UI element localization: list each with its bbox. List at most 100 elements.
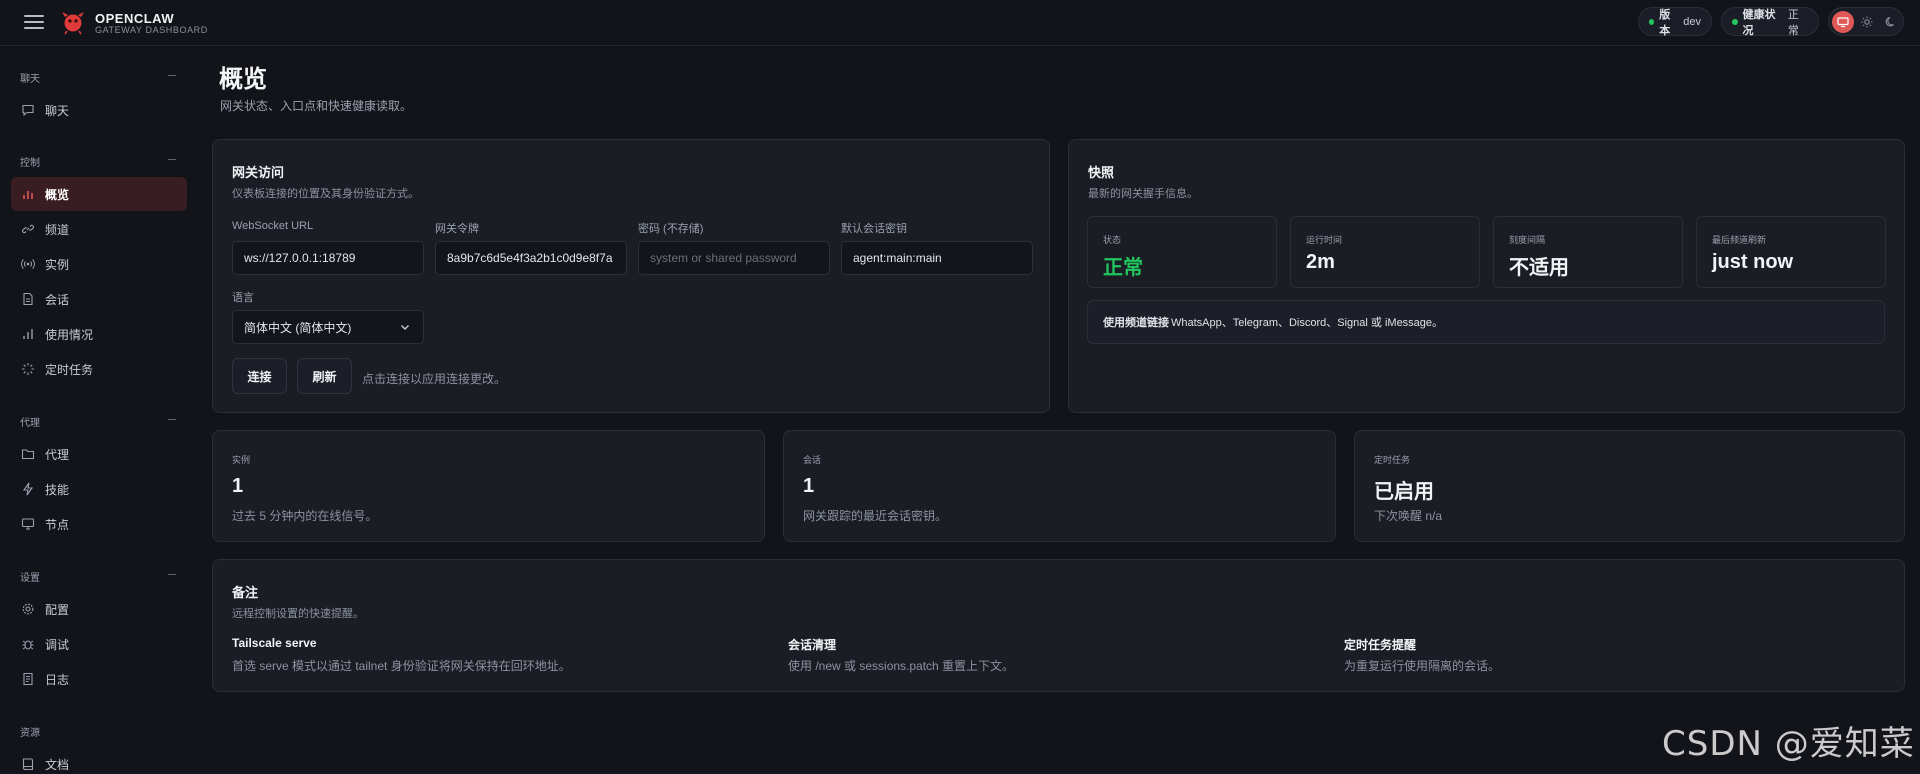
sidebar-item-label: 定时任务	[45, 362, 94, 377]
stat-label: 最后频道刷新	[1712, 235, 1767, 245]
sidebar-item-label: 调试	[45, 637, 70, 652]
session-key-input[interactable]: agent:main:main	[841, 241, 1033, 275]
connect-hint: 点击连接以应用连接更改。	[362, 372, 507, 386]
bar-chart-icon	[23, 191, 33, 199]
ws-url-label: WebSocket URL	[232, 220, 314, 232]
metric-card-sessions: 会话 1 网关跟踪的最近会话密钥。	[783, 430, 1336, 542]
sidebar-item-label: 聊天	[45, 103, 70, 118]
ws-url-input[interactable]: ws://127.0.0.1:18789	[232, 241, 424, 275]
loader-icon	[22, 363, 34, 375]
health-label: 健康状况	[1742, 8, 1776, 37]
sidebar-item-cron[interactable]: 定时任务	[11, 352, 187, 386]
theme-switch	[1828, 7, 1904, 36]
sidebar-item-agents[interactable]: 代理	[11, 437, 187, 471]
sidebar: 聊天 聊天 控制 概览 频道 实例 会话 使用情况 定时任务 代理 代理 技能	[0, 47, 200, 774]
password-label: 密码 (不存储)	[638, 223, 704, 235]
connect-button[interactable]: 连接	[232, 358, 287, 394]
chevron-down-icon	[401, 325, 409, 330]
note-title: Tailscale serve	[232, 636, 317, 650]
sidebar-item-usage[interactable]: 使用情况	[11, 317, 187, 351]
sidebar-item-chat[interactable]: 聊天	[11, 93, 187, 127]
collapse-icon[interactable]	[168, 75, 176, 76]
note-text: 使用 /new 或 sessions.patch 重置上下文。	[788, 659, 1015, 673]
stat-value: just now	[1712, 251, 1794, 273]
sidebar-item-sessions[interactable]: 会话	[11, 282, 187, 316]
health-value: 正常	[1787, 8, 1799, 37]
book-icon	[22, 758, 34, 771]
card-title: 备注	[232, 585, 259, 600]
stat-uptime: 运行时间 2m	[1290, 216, 1480, 288]
stat-label: 状态	[1103, 235, 1122, 245]
monitor-icon[interactable]	[1832, 11, 1854, 33]
sidebar-item-channels[interactable]: 频道	[11, 212, 187, 246]
sidebar-item-config[interactable]: 配置	[11, 592, 187, 626]
usage-chart-icon	[23, 329, 33, 339]
metric-label: 实例	[232, 455, 251, 465]
sidebar-item-label: 使用情况	[45, 327, 94, 342]
sidebar-item-instances[interactable]: 实例	[11, 247, 187, 281]
collapse-icon[interactable]	[168, 574, 176, 575]
broadcast-icon	[21, 259, 35, 269]
card-subtitle: 仪表板连接的位置及其身份验证方式。	[232, 188, 419, 200]
metric-label: 定时任务	[1374, 455, 1411, 465]
sidebar-item-nodes[interactable]: 节点	[11, 507, 187, 541]
note-text: 首选 serve 模式以通过 tailnet 身份验证将网关保持在回环地址。	[232, 659, 571, 673]
note-title: 会话清理	[788, 638, 837, 652]
sidebar-item-label: 代理	[45, 447, 70, 462]
card-subtitle: 远程控制设置的快速提醒。	[232, 608, 364, 620]
brand-subtitle: GATEWAY DASHBOARD	[95, 25, 208, 35]
card-subtitle: 最新的网关握手信息。	[1088, 188, 1198, 200]
sidebar-group-resources: 资源	[20, 728, 40, 739]
stat-value: 2m	[1306, 251, 1335, 273]
metric-subtext: 网关跟踪的最近会话密钥。	[803, 509, 948, 523]
sidebar-item-debug[interactable]: 调试	[11, 627, 187, 661]
channels-callout: 使用频道链接 WhatsApp、Telegram、Discord、Signal …	[1087, 300, 1885, 344]
metric-subtext: 过去 5 分钟内的在线信号。	[232, 509, 378, 523]
metric-subtext: 下次唤醒 n/a	[1374, 509, 1443, 523]
version-label: 版本	[1659, 8, 1671, 37]
sun-icon[interactable]	[1856, 11, 1878, 33]
status-dot-icon	[1732, 18, 1738, 25]
sidebar-item-logs[interactable]: 日志	[11, 662, 187, 696]
stat-label: 运行时间	[1306, 235, 1343, 245]
token-label: 网关令牌	[435, 223, 479, 235]
sidebar-item-label: 文档	[45, 757, 70, 772]
menu-icon[interactable]	[24, 15, 44, 31]
stat-last-channel-refresh: 最后频道刷新 just now	[1696, 216, 1886, 288]
note-title: 定时任务提醒	[1344, 638, 1417, 652]
sidebar-item-skills[interactable]: 技能	[11, 472, 187, 506]
collapse-icon[interactable]	[168, 159, 176, 160]
sidebar-item-label: 概览	[45, 187, 70, 202]
status-dot-icon	[1649, 18, 1655, 25]
sidebar-item-docs[interactable]: 文档	[11, 747, 187, 774]
bug-icon	[22, 640, 34, 650]
password-input[interactable]	[638, 241, 830, 275]
token-input[interactable]: 8a9b7c6d5e4f3a2b1c0d9e8f7a	[435, 241, 627, 275]
sidebar-item-label: 实例	[45, 257, 70, 272]
sidebar-item-label: 配置	[45, 602, 70, 617]
page-subtitle: 网关状态、入口点和快速健康读取。	[220, 99, 413, 113]
callout-link[interactable]: 使用频道链接	[1103, 314, 1169, 330]
openclaw-logo	[62, 12, 84, 35]
language-select[interactable]: 简体中文 (简体中文)	[232, 310, 424, 344]
stat-value: 正常	[1103, 257, 1143, 279]
metric-value: 1	[803, 475, 815, 497]
metric-value: 1	[232, 475, 244, 497]
brand-name: OPENCLAW	[95, 11, 175, 26]
page-title: 概览	[219, 66, 267, 93]
sidebar-item-label: 频道	[45, 222, 70, 237]
moon-icon[interactable]	[1880, 11, 1902, 33]
sidebar-group-settings: 设置	[20, 573, 40, 584]
metric-card-cron: 定时任务 已启用 下次唤醒 n/a	[1354, 430, 1905, 542]
sidebar-item-overview[interactable]: 概览	[11, 177, 187, 211]
link-icon	[21, 224, 35, 234]
refresh-button[interactable]: 刷新	[297, 358, 352, 394]
bolt-icon	[22, 482, 34, 496]
note-text: 为重复运行使用隔离的会话。	[1344, 659, 1501, 673]
card-title: 快照	[1088, 165, 1115, 180]
collapse-icon[interactable]	[168, 419, 176, 420]
metric-value: 已启用	[1374, 481, 1434, 503]
version-value: dev	[1683, 15, 1701, 28]
sidebar-item-label: 日志	[45, 672, 70, 687]
notes-card: 备注 远程控制设置的快速提醒。 Tailscale serve 首选 serve…	[212, 559, 1905, 692]
